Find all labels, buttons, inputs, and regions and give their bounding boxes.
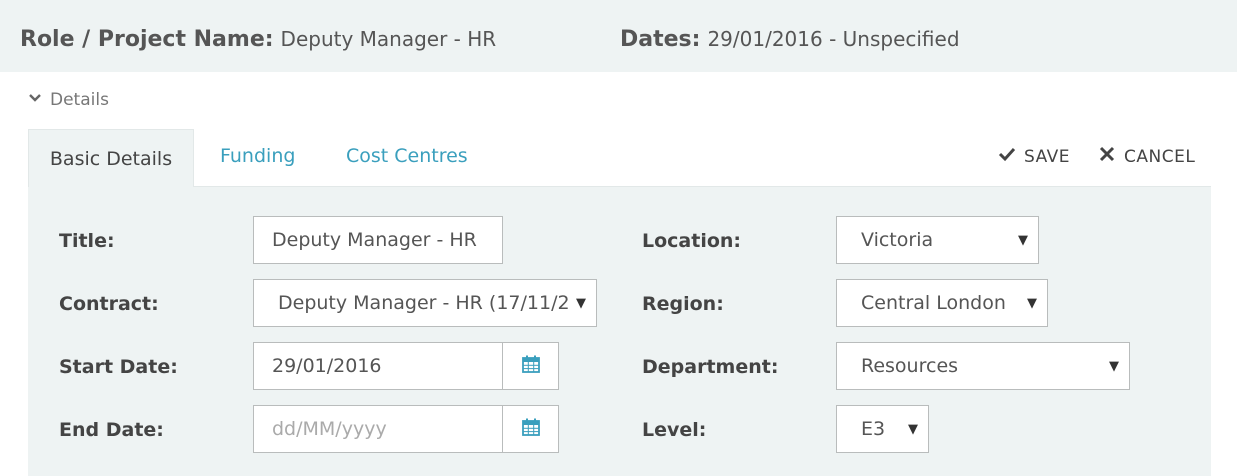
- caret-down-icon: ▼: [1018, 233, 1028, 248]
- start-date-calendar-button[interactable]: [502, 342, 559, 390]
- department-value: Resources: [861, 355, 959, 377]
- calendar-icon: [521, 417, 541, 441]
- location-value: Victoria: [861, 229, 934, 251]
- level-select[interactable]: E3 ▼: [836, 405, 929, 453]
- start-date-input[interactable]: 29/01/2016: [253, 342, 503, 390]
- title-label: Title:: [59, 230, 115, 252]
- cancel-label: CANCEL: [1124, 146, 1196, 167]
- level-label: Level:: [642, 419, 707, 441]
- caret-down-icon: ▼: [570, 296, 586, 311]
- region-label: Region:: [642, 293, 724, 315]
- header-bar: Role / Project Name: Deputy Manager - HR…: [0, 0, 1237, 72]
- contract-select[interactable]: Deputy Manager - HR (17/11/2 ▼: [253, 279, 597, 327]
- start-date-label: Start Date:: [59, 356, 178, 378]
- check-icon: [998, 145, 1016, 168]
- department-select[interactable]: Resources ▼: [836, 342, 1130, 390]
- end-date-label: End Date:: [59, 419, 164, 441]
- title-value: Deputy Manager - HR: [272, 229, 477, 251]
- save-label: SAVE: [1024, 146, 1071, 167]
- role-project-name: Role / Project Name: Deputy Manager - HR: [20, 27, 496, 52]
- details-label: Details: [50, 90, 109, 110]
- contract-value: Deputy Manager - HR (17/11/2: [278, 292, 570, 314]
- dates-info: Dates: 29/01/2016 - Unspecified: [620, 27, 960, 52]
- dates-label: Dates:: [620, 27, 701, 52]
- save-button[interactable]: SAVE: [998, 145, 1070, 168]
- region-select[interactable]: Central London ▼: [836, 279, 1048, 327]
- department-label: Department:: [642, 356, 779, 378]
- chevron-down-icon: [28, 90, 42, 110]
- role-label: Role / Project Name:: [20, 27, 274, 52]
- tab-cost-centres[interactable]: Cost Centres: [346, 145, 468, 167]
- tab-basic-details[interactable]: Basic Details: [28, 129, 194, 187]
- caret-down-icon: ▼: [1027, 296, 1037, 311]
- contract-label: Contract:: [59, 293, 159, 315]
- caret-down-icon: ▼: [908, 422, 918, 437]
- role-value: Deputy Manager - HR: [280, 27, 497, 51]
- location-label: Location:: [642, 230, 742, 252]
- details-toggle[interactable]: Details: [28, 90, 109, 110]
- location-select[interactable]: Victoria ▼: [836, 216, 1039, 264]
- tab-divider: [194, 186, 1211, 187]
- end-date-calendar-button[interactable]: [502, 405, 559, 453]
- title-input[interactable]: Deputy Manager - HR: [253, 216, 503, 264]
- level-value: E3: [861, 418, 886, 440]
- close-icon: [1098, 145, 1116, 168]
- calendar-icon: [521, 354, 541, 378]
- caret-down-icon: ▼: [1109, 359, 1119, 374]
- region-value: Central London: [861, 292, 1006, 314]
- end-date-placeholder: dd/MM/yyyy: [272, 418, 387, 440]
- cancel-button[interactable]: CANCEL: [1098, 145, 1195, 168]
- dates-value: 29/01/2016 - Unspecified: [707, 27, 960, 51]
- tab-funding[interactable]: Funding: [220, 145, 295, 167]
- end-date-input[interactable]: dd/MM/yyyy: [253, 405, 503, 453]
- start-date-value: 29/01/2016: [272, 355, 382, 377]
